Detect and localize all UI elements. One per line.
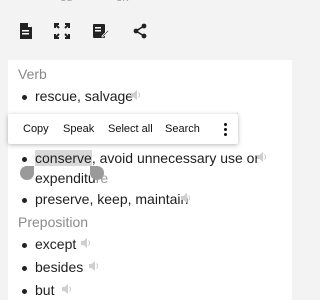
document-icon[interactable] <box>16 20 36 42</box>
bullet <box>22 243 27 248</box>
selected-text[interactable]: conserve <box>35 150 92 166</box>
bullet <box>22 157 27 162</box>
definition-entry[interactable]: preserve, keep, maintain <box>35 191 188 207</box>
bullet <box>22 198 27 203</box>
definition-text: , avoid unnecessary use or <box>91 150 260 166</box>
speaker-icon[interactable] <box>180 192 192 204</box>
language-labels: US UK <box>0 0 300 5</box>
definition-card: Verb rescue, salvage conserve, avoid unn… <box>8 60 292 300</box>
definition-entry[interactable]: rescue, salvage <box>35 88 133 104</box>
definition-entry[interactable]: besides <box>35 259 83 275</box>
definition-text: expenditu <box>35 170 96 186</box>
speaker-icon[interactable] <box>256 151 268 163</box>
text-selection-context-menu: Copy Speak Select all Search <box>8 114 238 144</box>
speaker-icon[interactable] <box>80 237 92 249</box>
select-all-menu-item[interactable]: Select all <box>108 114 153 144</box>
selection-handle-start[interactable] <box>20 166 34 180</box>
lang-label-uk: UK <box>116 0 129 3</box>
speak-menu-item[interactable]: Speak <box>63 114 94 144</box>
fullscreen-icon[interactable] <box>52 20 72 42</box>
definition-entry[interactable]: except <box>35 236 76 252</box>
definition-entry-selected[interactable]: conserve, avoid unnecessary use or <box>35 150 259 166</box>
copy-menu-item[interactable]: Copy <box>23 114 49 144</box>
selection-handle-end[interactable] <box>90 166 104 180</box>
speaker-icon[interactable] <box>88 260 100 272</box>
pos-label-verb: Verb <box>18 66 47 82</box>
bullet <box>22 289 27 294</box>
lang-label-us: US <box>60 0 73 3</box>
bullet <box>22 266 27 271</box>
search-menu-item[interactable]: Search <box>165 114 200 144</box>
edit-note-icon[interactable] <box>91 20 111 42</box>
bullet <box>22 95 27 100</box>
definition-entry[interactable]: but <box>35 282 54 298</box>
speaker-icon[interactable] <box>61 283 73 295</box>
more-vert-icon[interactable] <box>220 114 230 144</box>
pos-label-preposition: Preposition <box>18 214 89 230</box>
speaker-icon[interactable] <box>130 89 142 101</box>
share-icon[interactable] <box>130 20 150 42</box>
